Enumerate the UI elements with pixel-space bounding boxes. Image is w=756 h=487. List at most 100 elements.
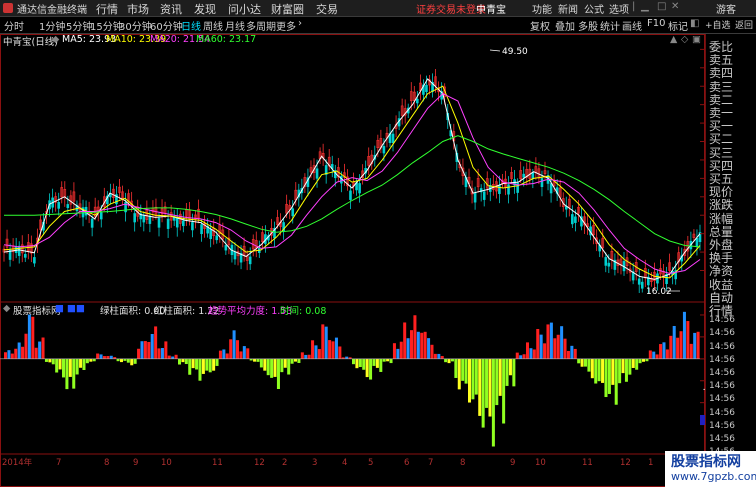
indicator-bar [365,358,369,378]
indicator-bar [423,331,427,359]
panel-toggle-icon[interactable]: ◧ [690,18,699,29]
close-icon[interactable]: ✕ [671,1,679,12]
tab-multi-period[interactable]: 多周期 [246,18,276,33]
indicator-bar [594,358,598,384]
indicator-bar [645,358,649,362]
indicator-bar [628,358,632,375]
menu-trade[interactable]: 交易 [316,1,338,17]
minimize-icon[interactable]: ▁ [641,1,649,12]
indicator-title: 股票指标网 [13,306,61,317]
indicator-bar [587,358,591,372]
tab-more[interactable]: 更多 [276,18,296,33]
menu-wealth[interactable]: 财富圈 [271,1,304,17]
tab-5min[interactable]: 5分钟 [66,18,92,33]
indicator-bar [526,342,530,359]
button-mark[interactable]: 标记 [668,18,688,33]
menu-news[interactable]: 资讯 [160,1,182,17]
date-tick-label: 7 [56,458,61,468]
candle-body [640,281,644,289]
menu-function[interactable]: 功能 [532,1,552,16]
panel-label: 14:56 [709,354,735,365]
indicator-bar [440,356,444,359]
candle-body [695,237,699,248]
candle-body [157,217,161,228]
indicator-bar [515,352,519,359]
indicator-bar [481,358,485,428]
maximize-icon[interactable]: □ [657,1,666,12]
tab-30min[interactable]: 30分钟 [119,18,152,33]
candle-body [191,222,194,231]
indicator-bar [123,358,127,361]
indicator-bar [573,348,577,359]
indicator-bar [297,358,301,363]
tab-daily[interactable]: 日线 [181,18,201,33]
indicator-bar [611,358,615,385]
indicator-bar [662,342,666,359]
indicator-bar [92,358,96,362]
button-stats[interactable]: 统计 [600,18,620,33]
app-logo-icon [3,3,13,13]
candlesticks [2,69,702,294]
guest-label[interactable]: 游客 [716,1,736,16]
menu-options[interactable]: 选项 [609,1,629,16]
tab-1min[interactable]: 1分钟 [39,18,65,33]
tab-weekly[interactable]: 周线 [203,18,223,33]
indicator-bar [137,348,141,359]
indicator-bar [109,355,113,359]
menu-discover[interactable]: 发现 [194,1,216,17]
indicator-bar [577,358,581,364]
tab-15min[interactable]: 15分钟 [90,18,123,33]
date-tick-label: 9 [133,458,138,468]
tab-intraday[interactable]: 分时 [4,18,24,33]
menu-ask[interactable]: 问小达 [228,1,261,17]
indicator-bar [256,358,260,362]
more-arrow-icon[interactable]: › [298,18,302,29]
indicator-bar [167,355,171,359]
candle-body [540,178,544,188]
indicator-bar [399,341,403,359]
indicator-bar [358,358,362,367]
indicator-bar [345,356,349,359]
button-multi-stock[interactable]: 多股 [578,18,598,33]
panel-label: 14:56 [709,368,735,378]
button-overlay[interactable]: 叠加 [555,18,575,33]
tab-monthly[interactable]: 月线 [225,18,245,33]
indicator-bar [553,338,557,359]
indicator-bar [21,346,25,359]
indicator-bar [536,328,540,359]
indicator-bar [454,358,458,378]
candle-body [215,235,219,241]
indicator-bar [34,347,38,359]
indicator-bar [396,348,400,359]
indicator-bar [556,334,560,359]
candle-body [574,216,577,223]
indicator-bar [160,348,164,359]
indicator-bar [382,358,386,362]
button-adjust[interactable]: 复权 [530,18,550,33]
menu-formula[interactable]: 公式 [584,1,604,16]
tab-60min[interactable]: 60分钟 [150,18,183,33]
menu-divider: | [632,1,636,12]
indicator-bar [607,358,611,394]
indicator-settings-icon[interactable]: ◆ [3,303,10,314]
indicator-bar [334,337,338,359]
indicator-bar [280,358,284,373]
menu-newsfeed[interactable]: 新闻 [558,1,578,16]
candle-body [571,214,574,225]
button-back[interactable]: 返回 [735,18,753,31]
indicator-bar [55,358,59,373]
indicator-bar [597,358,601,382]
panel-label: 14:56 [709,315,735,326]
candle-body [200,224,203,235]
menu-market[interactable]: 市场 [127,1,149,17]
button-draw[interactable]: 画线 [622,18,642,33]
menu-quotes[interactable]: 行情 [96,1,118,17]
indicator-bar [519,355,523,359]
indicator-bar [324,326,328,359]
indicator-bar [389,358,393,364]
button-f10[interactable]: F10 [647,18,665,29]
chart-canvas[interactable]: 50.0047.5045.0042.5040.0037.5035.0032.50… [0,34,705,487]
button-add-watchlist[interactable]: +自选 [705,18,731,31]
indicator-bar [239,351,243,359]
date-tick-label: 9 [510,458,515,468]
